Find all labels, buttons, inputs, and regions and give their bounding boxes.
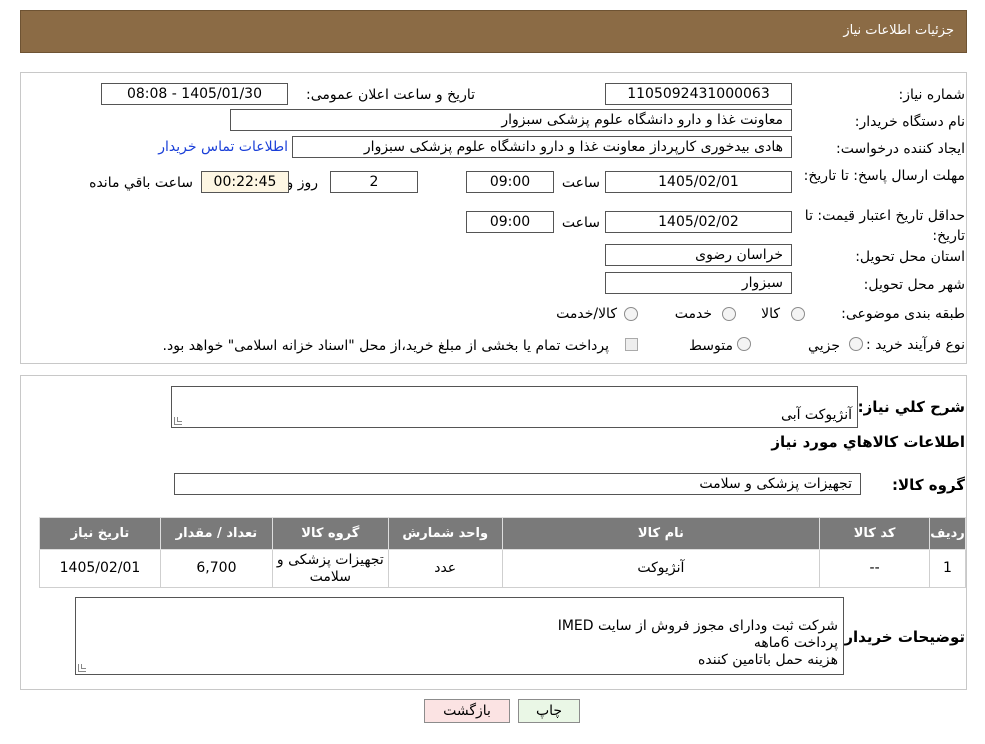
treasury-payment-note: پرداخت تمام یا بخشی از مبلغ خرید،از محل …: [162, 338, 609, 354]
goods-group-label: گروه کالا:: [892, 476, 965, 494]
need-summary-textarea[interactable]: آنژیوکت آبی: [171, 386, 858, 428]
goods-table-header: رديف کد کالا نام کالا واحد شمارش گروه کا…: [39, 517, 966, 550]
deadline-time-field: 09:00: [466, 171, 554, 193]
price-validity-label: حداقل تاریخ اعتبار قیمت: تا تاریخ:: [804, 208, 965, 244]
need-number-field: 1105092431000063: [605, 83, 792, 105]
back-button[interactable]: بازگشت: [424, 699, 510, 723]
process-option-medium: متوسط: [689, 338, 733, 354]
process-option-minor: جزیي: [808, 338, 840, 354]
process-radio-minor[interactable]: [849, 337, 863, 351]
page-header: جزئیات اطلاعات نیاز: [20, 10, 967, 53]
category-radio-goods-service[interactable]: [624, 307, 638, 321]
print-button[interactable]: چاپ: [518, 699, 580, 723]
remaining-days-field: 2: [330, 171, 418, 193]
process-radio-medium[interactable]: [737, 337, 751, 351]
need-summary-text: آنژیوکت آبی: [781, 407, 852, 423]
category-option-goods: کالا: [761, 306, 780, 322]
cell-quantity: 6,700: [160, 549, 273, 588]
goods-group-field: تجهیزات پزشکی و سلامت: [174, 473, 861, 495]
col-quantity-header: تعداد / مقدار: [160, 517, 273, 550]
validity-time-field: 09:00: [466, 211, 554, 233]
col-name-header: نام کالا: [501, 517, 821, 550]
remaining-label: ساعت باقي مانده: [89, 175, 193, 191]
deadline-date-field: 1405/02/01: [605, 171, 792, 193]
province-label: استان محل تحویل:: [855, 249, 965, 265]
requester-label: ایجاد کننده درخواست:: [836, 141, 965, 157]
city-field: سبزوار: [605, 272, 792, 294]
category-label: طبقه بندی موضوعی:: [841, 306, 965, 322]
remaining-time-field: 00:22:45: [201, 171, 289, 193]
need-summary-label: شرح كلي نياز:: [857, 398, 965, 416]
days-label: روز و: [286, 175, 319, 191]
col-date-header: تاریخ نیاز: [39, 517, 161, 550]
goods-table: رديف کد کالا نام کالا واحد شمارش گروه کا…: [39, 517, 966, 588]
treasury-payment-checkbox[interactable]: [625, 338, 638, 351]
table-row: 1 -- آنژیوکت عدد تجهیزات پزشکی و سلامت 6…: [39, 549, 966, 588]
province-field: خراسان رضوی: [605, 244, 792, 266]
cell-row: 1: [929, 549, 966, 588]
col-unit-header: واحد شمارش: [387, 517, 503, 550]
buyer-notes-textarea[interactable]: شرکت ثبت ودارای مجوز فروش از سایت IMED پ…: [75, 597, 844, 675]
announce-date-field: 1405/01/30 - 08:08: [101, 83, 288, 105]
col-group-header: گروه کالا: [271, 517, 389, 550]
deadline-label: مهلت ارسال پاسخ: تا تاریخ:: [803, 168, 965, 184]
page-title: جزئیات اطلاعات نیاز: [843, 23, 954, 38]
buyer-notes-label: توضیحات خریدار:: [838, 628, 965, 646]
cell-name: آنژیوکت: [501, 549, 821, 588]
col-row-header: رديف: [929, 517, 966, 550]
buyer-notes-text: شرکت ثبت ودارای مجوز فروش از سایت IMED پ…: [557, 618, 838, 668]
buyer-org-label: نام دستگاه خریدار:: [854, 114, 965, 130]
category-option-service: خدمت: [674, 306, 712, 322]
col-code-header: کد کالا: [819, 517, 931, 550]
resize-grip-icon[interactable]: [174, 417, 182, 425]
category-radio-service[interactable]: [722, 307, 736, 321]
buyer-org-field: معاونت غذا و دارو دانشگاه علوم پزشکی سبز…: [230, 109, 792, 131]
process-type-label: نوع فرآیند خرید :: [866, 337, 965, 353]
cell-unit: عدد: [387, 549, 503, 588]
validity-date-field: 1405/02/02: [605, 211, 792, 233]
announce-date-label: تاریخ و ساعت اعلان عمومی:: [306, 87, 475, 103]
cell-code: --: [819, 549, 931, 588]
city-label: شهر محل تحویل:: [863, 277, 965, 293]
requester-field: هادی بیدخوری کارپرداز معاونت غذا و دارو …: [292, 136, 792, 158]
validity-time-label: ساعت: [561, 215, 600, 231]
need-number-label: شماره نیاز:: [898, 87, 966, 103]
cell-group: تجهیزات پزشکی و سلامت: [271, 549, 389, 588]
resize-grip-icon[interactable]: [78, 664, 86, 672]
buyer-contact-link[interactable]: اطلاعات تماس خریدار: [158, 139, 288, 155]
category-option-goods-service: کالا/خدمت: [556, 306, 617, 322]
goods-info-title: اطلاعات كالاهاي مورد نياز: [771, 433, 965, 451]
deadline-time-label: ساعت: [561, 175, 600, 191]
cell-date: 1405/02/01: [39, 549, 161, 588]
category-radio-goods[interactable]: [791, 307, 805, 321]
